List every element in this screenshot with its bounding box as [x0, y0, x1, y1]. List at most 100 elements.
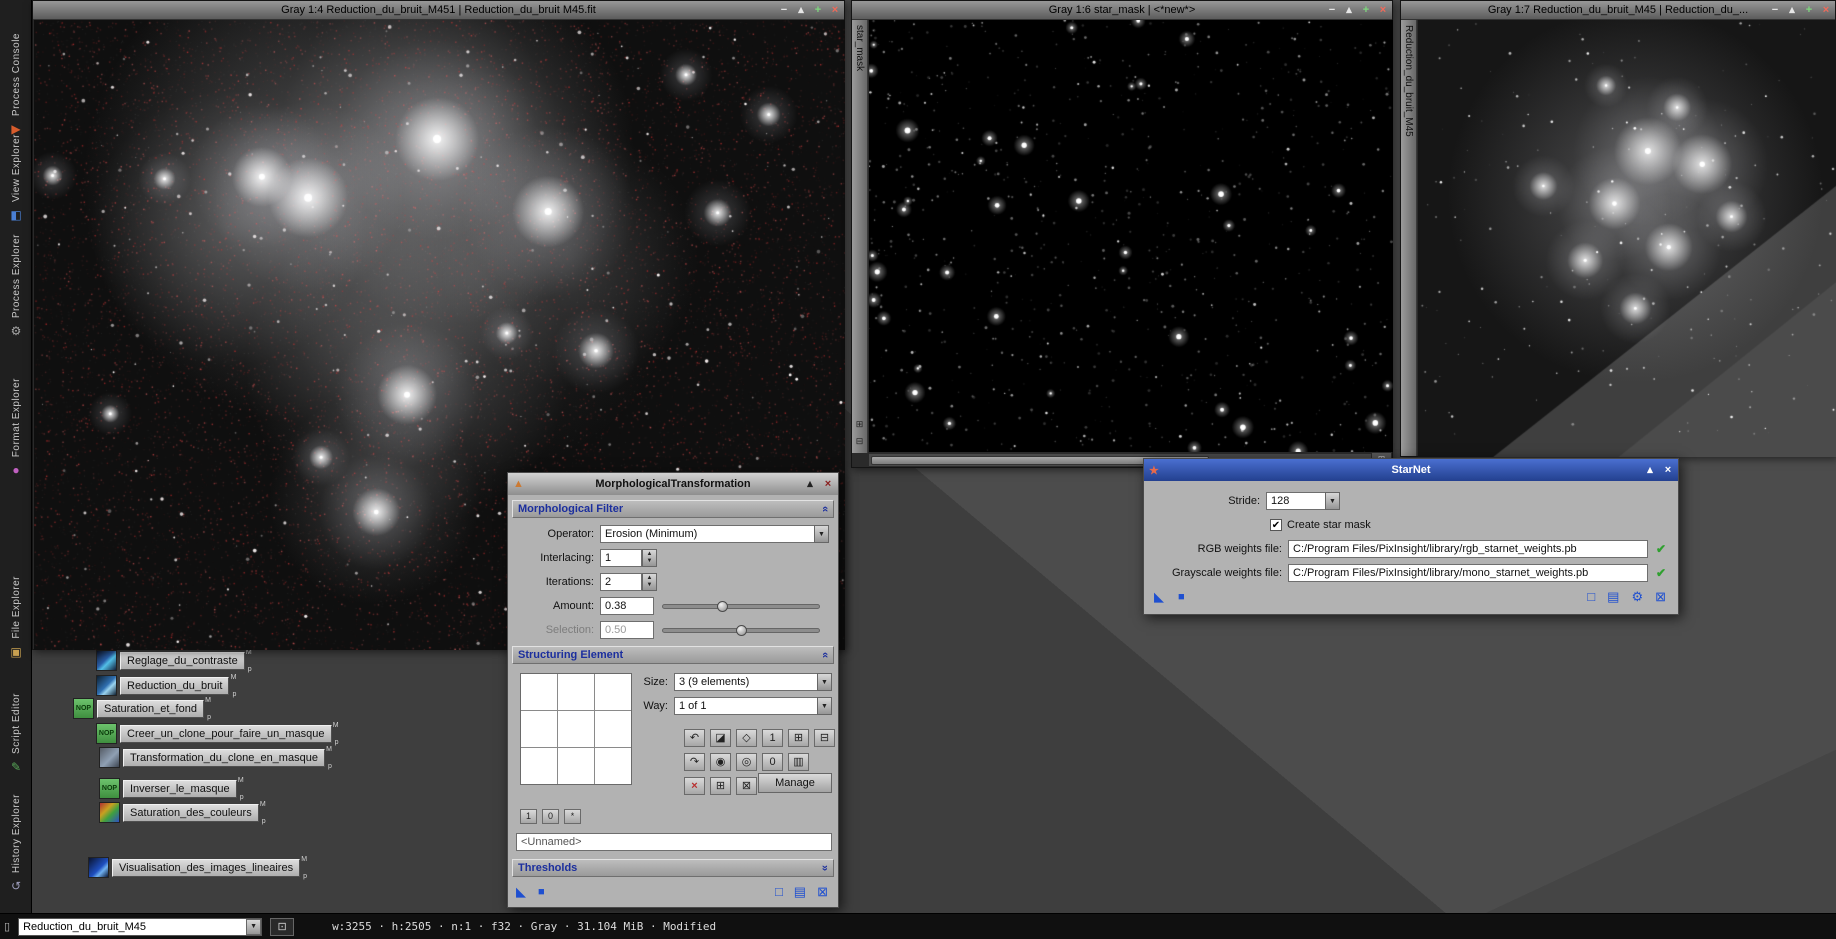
dropdown-arrow-icon[interactable]: ▼: [246, 919, 261, 935]
track-view-icon[interactable]: □: [1587, 590, 1595, 604]
amount-input[interactable]: 0.38: [600, 597, 654, 615]
shade-icon[interactable]: ▴: [804, 479, 816, 490]
shade-icon[interactable]: ▴: [1343, 5, 1355, 16]
rgb-weights-input[interactable]: C:/Program Files/PixInsight/library/rgb_…: [1288, 540, 1648, 558]
reduction-image[interactable]: [1418, 20, 1836, 457]
process-icon-reglage-du-contraste[interactable]: Reglage_du_contraste M p: [96, 650, 245, 671]
dropdown-arrow-icon[interactable]: ▼: [817, 697, 832, 715]
iterations-input[interactable]: 2: [600, 573, 642, 591]
se-cell[interactable]: [558, 711, 594, 747]
zoom-icon[interactable]: +: [1360, 5, 1372, 16]
se-delete-icon[interactable]: ×: [684, 777, 705, 795]
window-titlebar[interactable]: Gray 1:4 Reduction_du_bruit_M451 | Reduc…: [33, 1, 844, 20]
window-titlebar[interactable]: Gray 1:7 Reduction_du_bruit_M45 | Reduct…: [1401, 1, 1835, 20]
se-redo-icon[interactable]: ↷: [684, 753, 705, 771]
dropdown-arrow-icon[interactable]: ▼: [1325, 492, 1340, 510]
window-titlebar[interactable]: Gray 1:6 star_mask | <*new*> − ▴ + ×: [852, 1, 1392, 20]
se-cell[interactable]: [558, 674, 594, 710]
size-select[interactable]: 3 (9 elements) ▼: [674, 673, 832, 691]
close-icon[interactable]: ×: [1662, 465, 1674, 476]
manage-button[interactable]: Manage: [758, 773, 832, 793]
grayscale-weights-input[interactable]: C:/Program Files/PixInsight/library/mono…: [1288, 564, 1648, 582]
process-icon-creer-un-clone[interactable]: NOP Creer_un_clone_pour_faire_un_masque …: [96, 723, 332, 744]
sidebar-item-view-explorer[interactable]: View Explorer ◧: [0, 134, 32, 221]
new-instance-icon[interactable]: ◣: [1154, 590, 1164, 604]
dialog-titlebar[interactable]: ★ StarNet ▴ ×: [1144, 459, 1678, 481]
close-icon[interactable]: ×: [822, 479, 834, 490]
reset-icon[interactable]: ⊠: [1655, 590, 1666, 604]
spin-down-icon[interactable]: ▼: [647, 558, 653, 565]
se-cell[interactable]: [521, 748, 557, 784]
sidebar-item-file-explorer[interactable]: File Explorer ▣: [0, 576, 32, 658]
reset-icon[interactable]: ⊠: [817, 885, 828, 899]
process-icon-transformation-du-clone[interactable]: Transformation_du_clone_en_masque M p: [99, 747, 325, 768]
close-icon[interactable]: ×: [1377, 5, 1389, 16]
zoom-icon[interactable]: +: [812, 5, 824, 16]
section-structuring-element[interactable]: Structuring Element «: [512, 646, 834, 664]
shade-icon[interactable]: ▴: [1644, 465, 1656, 476]
view-selector-tab[interactable]: star_mask ⊞ ⊟: [852, 20, 868, 453]
process-icon-saturation-des-couleurs[interactable]: Saturation_des_couleurs M p: [99, 802, 259, 823]
spin-up-icon[interactable]: ▲: [647, 551, 653, 558]
se-name-field[interactable]: <Unnamed>: [516, 833, 832, 851]
minimize-icon[interactable]: −: [778, 5, 790, 16]
active-view-selector[interactable]: Reduction_du_bruit_M45 ▼: [18, 918, 262, 936]
shade-icon[interactable]: ▴: [795, 5, 807, 16]
se-all-zeros-button[interactable]: 0: [542, 809, 559, 824]
close-icon[interactable]: ×: [1820, 5, 1832, 16]
sidebar-item-format-explorer[interactable]: Format Explorer ●: [0, 378, 32, 476]
amount-slider[interactable]: [662, 604, 820, 609]
shade-icon[interactable]: ▴: [1786, 5, 1798, 16]
minimize-icon[interactable]: −: [1326, 5, 1338, 16]
minimize-icon[interactable]: −: [1769, 5, 1781, 16]
apply-icon[interactable]: ■: [1178, 590, 1185, 604]
close-icon[interactable]: ×: [829, 5, 841, 16]
se-star-button[interactable]: *: [564, 809, 581, 824]
view-mode-button[interactable]: ⊡: [270, 918, 294, 936]
documentation-icon[interactable]: ▤: [1607, 590, 1619, 604]
se-cell[interactable]: [595, 674, 631, 710]
se-paint-mode-icon[interactable]: ◪: [710, 729, 731, 747]
spin-down-icon[interactable]: ▼: [647, 582, 653, 589]
se-cell[interactable]: [521, 711, 557, 747]
se-cell[interactable]: [595, 748, 631, 784]
se-set-zero-icon[interactable]: 0: [762, 753, 783, 771]
expand-chevron-icon[interactable]: «: [819, 865, 831, 871]
process-icon-saturation-et-fond[interactable]: NOP Saturation_et_fond M p: [73, 698, 204, 719]
interlacing-spinner[interactable]: ▲ ▼: [642, 549, 657, 567]
se-circle-icon[interactable]: ◉: [710, 753, 731, 771]
sidebar-item-process-explorer[interactable]: Process Explorer ⚙: [0, 234, 32, 337]
iterations-spinner[interactable]: ▲ ▼: [642, 573, 657, 591]
view-tool-icon[interactable]: ⊞: [856, 419, 864, 430]
create-star-mask-checkbox[interactable]: ✔: [1270, 519, 1282, 531]
new-instance-icon[interactable]: ◣: [516, 885, 526, 899]
se-diamond-icon[interactable]: ◇: [736, 729, 757, 747]
se-ring-icon[interactable]: ◎: [736, 753, 757, 771]
documentation-icon[interactable]: ▤: [794, 885, 806, 899]
sidebar-item-history-explorer[interactable]: History Explorer ↺: [0, 794, 32, 892]
process-icon-inverser-le-masque[interactable]: NOP Inverser_le_masque M p: [99, 778, 237, 799]
way-select[interactable]: 1 of 1 ▼: [674, 697, 832, 715]
star-mask-image[interactable]: [869, 20, 1393, 452]
view-selector-tab[interactable]: Reduction_du_bruit_M45: [1401, 20, 1417, 456]
apply-icon[interactable]: ■: [538, 885, 545, 899]
stride-select[interactable]: 128 ▼: [1266, 492, 1340, 510]
se-reset-way-icon[interactable]: ⊠: [736, 777, 757, 795]
collapse-chevron-icon[interactable]: «: [819, 652, 831, 658]
track-view-icon[interactable]: □: [775, 885, 783, 899]
process-icon-reduction-du-bruit[interactable]: Reduction_du_bruit M p: [96, 675, 229, 696]
amount-slider-thumb[interactable]: [717, 601, 728, 612]
edit-preferences-icon[interactable]: ⚙: [1631, 590, 1643, 604]
dropdown-arrow-icon[interactable]: ▼: [817, 673, 832, 691]
se-remove-icon[interactable]: ⊟: [814, 729, 835, 747]
se-cell[interactable]: [521, 674, 557, 710]
view-tool-icon[interactable]: ⊟: [856, 436, 864, 447]
section-morphological-filter[interactable]: Morphological Filter «: [512, 500, 834, 518]
spin-up-icon[interactable]: ▲: [647, 575, 653, 582]
se-add-way-icon[interactable]: ⊞: [710, 777, 731, 795]
section-thresholds[interactable]: Thresholds «: [512, 859, 834, 877]
interlacing-input[interactable]: 1: [600, 549, 642, 567]
se-pattern-icon[interactable]: ▥: [788, 753, 809, 771]
se-all-ones-button[interactable]: 1: [520, 809, 537, 824]
operator-select[interactable]: Erosion (Minimum) ▼: [600, 525, 829, 543]
